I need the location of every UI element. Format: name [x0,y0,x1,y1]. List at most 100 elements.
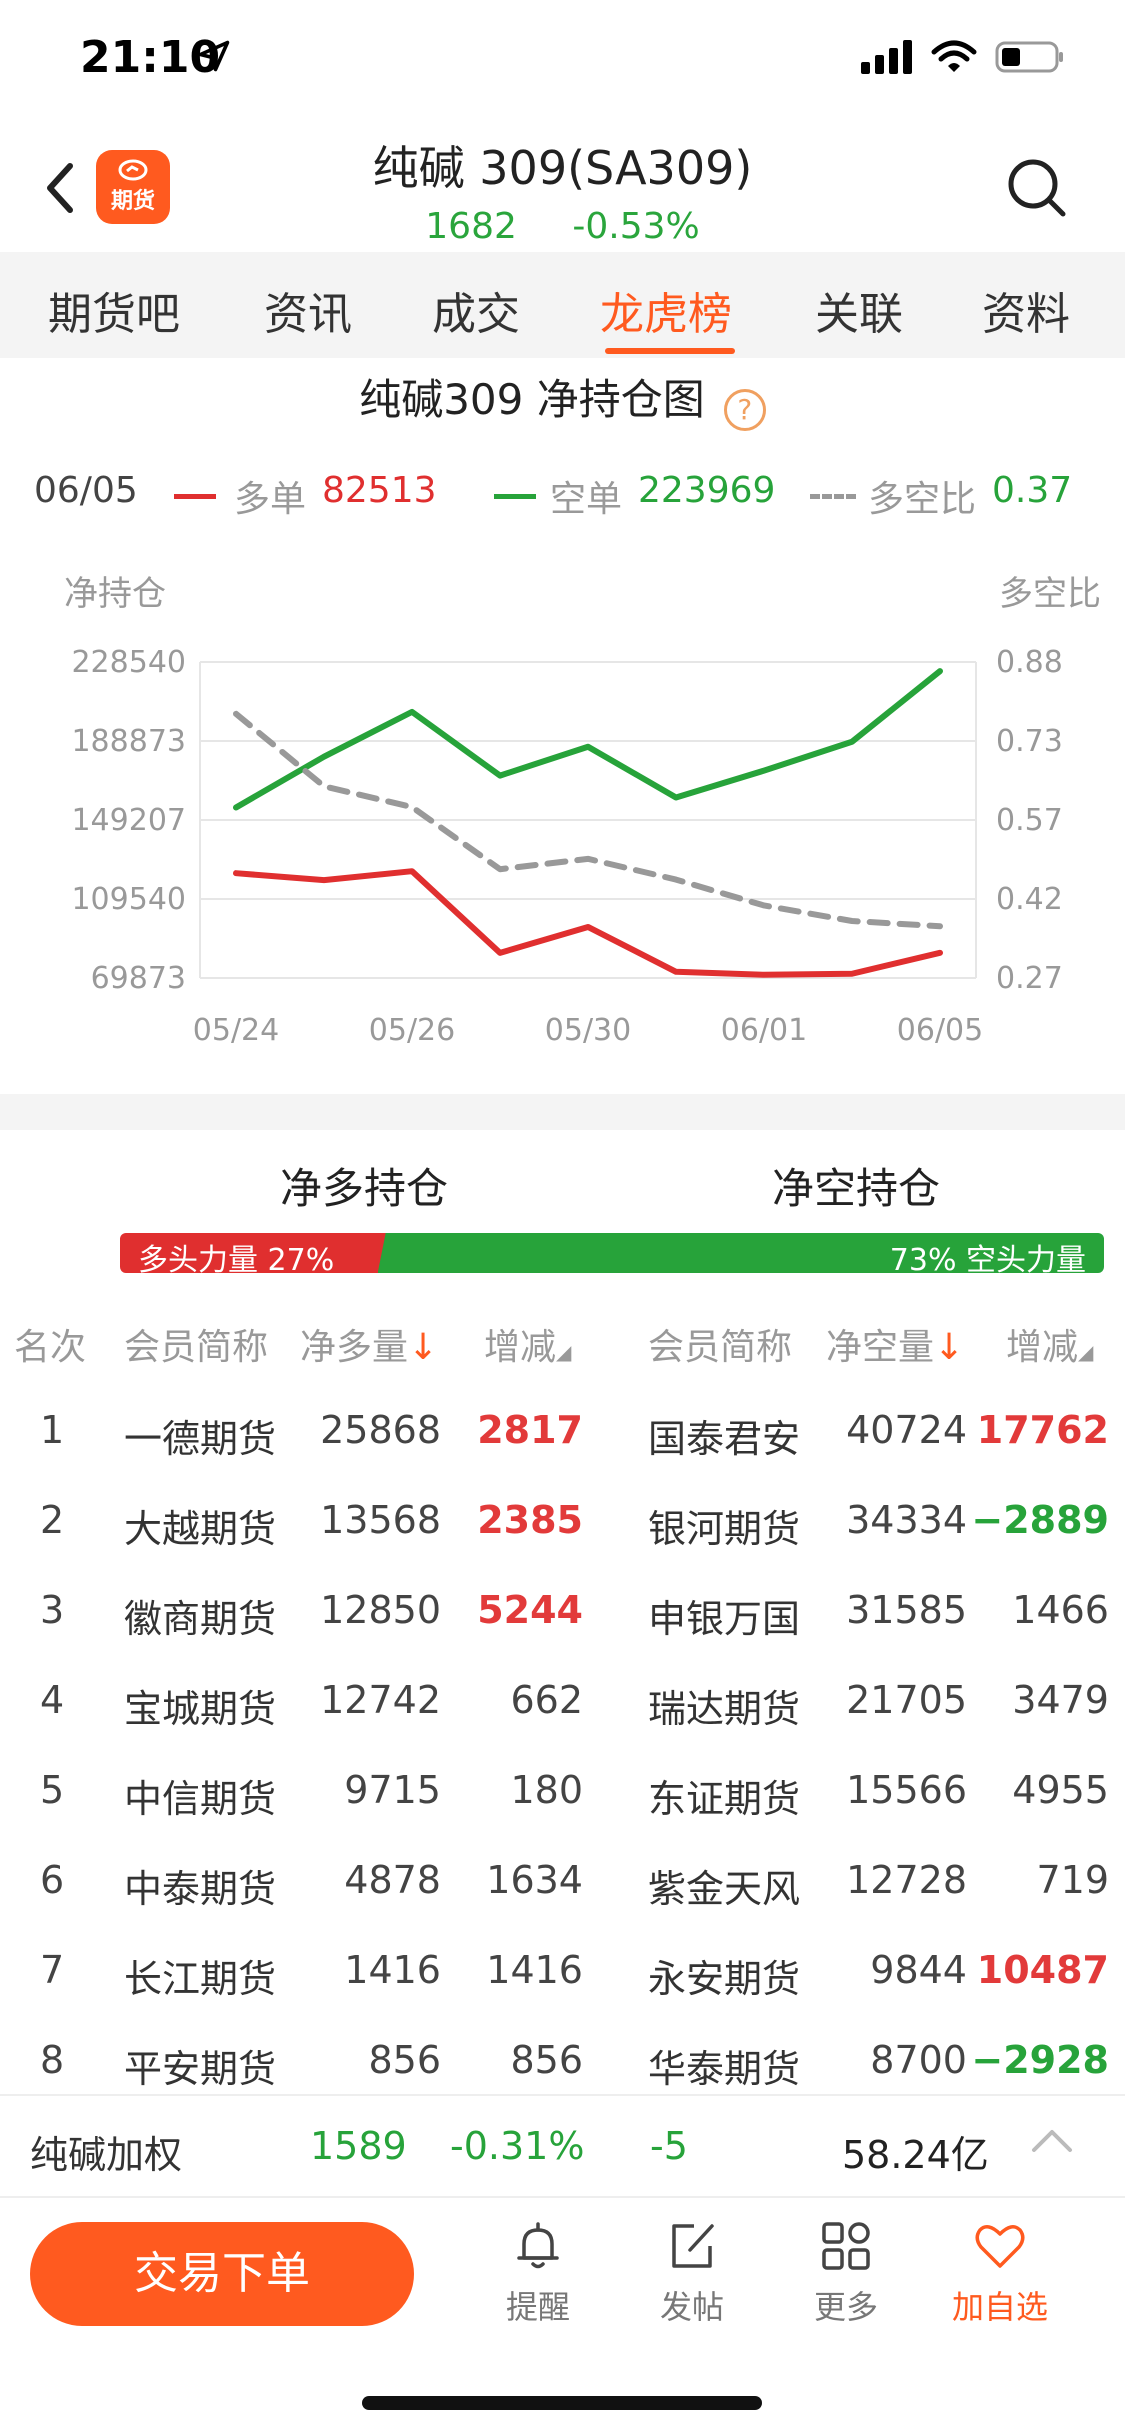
net-long-cell: 856 [368,2038,441,2082]
legend-long-swatch [174,494,216,499]
long-member-cell: 中信期货 [124,1777,277,1821]
y-tick-label-right: 0.57 [996,803,1063,838]
col-net-long[interactable]: 净多量↓ [300,1318,438,1370]
left-axis-name: 净持仓 [64,574,166,614]
net-short-cell: 31585 [846,1588,967,1632]
bottom-action-bar: 交易下单 提醒 发帖 更多 加自选 [0,2200,1125,2360]
long-member-cell: 大越期货 [124,1507,277,1551]
chart-legend: 06/05 多单 82513 空单 223969 多空比 0.37 [34,470,1114,520]
long-series-line [233,868,943,978]
net-long-cell: 9715 [344,1768,441,1812]
col-long-change[interactable]: 增减◢ [484,1318,571,1370]
chevron-up-icon[interactable] [1030,2126,1074,2156]
last-price: 1682 [425,206,517,247]
col-short-change-label: 增减 [1006,1327,1079,1368]
y-tick-label-left: 188873 [71,724,186,759]
net-short-cell: 15566 [846,1768,967,1812]
x-tick-label: 05/24 [193,1013,279,1048]
weighted-ticker[interactable]: 纯碱加权 1589 -0.31% -5 58.24亿 [0,2094,1125,2198]
search-icon[interactable] [1005,156,1069,220]
nav-post[interactable]: 发帖 [632,2218,752,2328]
table-row[interactable]: 1 一德期货 25868 2817 国泰君安 40724 17762 [0,1390,1125,1480]
col-net-long-label: 净多量 [300,1327,409,1368]
legend-ratio-swatch [810,494,856,499]
x-tick-label: 06/05 [897,1013,983,1048]
table-row[interactable]: 6 中泰期货 4878 1634 紫金天风 12728 719 [0,1840,1125,1930]
long-strength-fill: 多头力量 27% [120,1233,386,1273]
tab-trades[interactable]: 成交 [432,278,520,342]
short-change-cell: 3479 [1012,1678,1109,1722]
header: 期货 纯碱 309(SA309) 1682 -0.53% [0,120,1125,250]
tab-related[interactable]: 关联 [815,278,903,342]
table-row[interactable]: 4 宝城期货 12742 662 瑞达期货 21705 3479 [0,1660,1125,1750]
tab-news[interactable]: 资讯 [264,278,352,342]
short-change-cell: 719 [1036,1858,1109,1902]
rank-cell: 3 [40,1588,65,1632]
short-member-cell: 紫金天风 [648,1867,801,1911]
table-row[interactable]: 3 徽商期货 12850 5244 申银万国 31585 1466 [0,1570,1125,1660]
y-tick-label-right: 0.88 [996,645,1063,680]
col-long-member: 会员简称 [124,1327,269,1368]
tab-bar: 期货吧 资讯 成交 龙虎榜 关联 资料 [0,252,1125,358]
help-icon[interactable]: ? [723,388,766,431]
y-tick-label-right: 0.42 [996,882,1063,917]
net-position-chart[interactable]: 228540 0.88 188873 0.73 149207 0.57 109540 0.42… [0,620,1125,1060]
net-long-cell: 4878 [344,1858,441,1902]
table-row[interactable]: 5 中信期货 9715 180 东证期货 15566 4955 [0,1750,1125,1840]
y-tick-label-left: 149207 [71,803,186,838]
grid-icon [822,2222,870,2270]
col-net-short[interactable]: 净空量↓ [826,1318,964,1370]
short-series-line [233,668,943,811]
short-member-cell: 申银万国 [648,1597,801,1641]
nav-alert[interactable]: 提醒 [478,2218,598,2328]
chart-title: 纯碱309 净持仓图 [359,375,705,424]
legend-long-label: 多单 [234,479,307,520]
nav-alert-label: 提醒 [505,2288,570,2326]
long-short-ratio-bar: 多头力量 27% 73% 空头力量 [120,1233,1104,1273]
chart-header: 纯碱309 净持仓图 ? [0,366,1125,431]
rank-cell: 8 [40,2038,65,2082]
edit-icon [672,2224,714,2268]
sort-triangle-icon: ◢ [556,1340,572,1364]
rank-cell: 2 [40,1498,65,1542]
short-change-cell: 1466 [1012,1588,1109,1632]
tab-forum[interactable]: 期货吧 [48,278,180,342]
net-long-cell: 12850 [320,1588,441,1632]
tab-leaderboard[interactable]: 龙虎榜 [600,278,732,342]
active-tab-indicator [605,348,735,354]
col-short-change[interactable]: 增减◢ [1006,1318,1093,1370]
status-bar: 21:10 [0,0,1125,120]
legend-short-value: 223969 [638,470,776,511]
long-change-cell: 1416 [486,1948,583,1992]
rank-cell: 1 [40,1408,65,1452]
long-strength-text: 多头力量 27% [138,1243,335,1273]
ticker-name: 纯碱加权 [30,2133,183,2177]
short-change-cell: 10487 [976,1948,1109,1992]
nav-add-watchlist[interactable]: 加自选 [940,2218,1060,2328]
status-icons [861,40,1065,74]
col-long-change-label: 增减 [484,1327,557,1368]
tab-info[interactable]: 资料 [982,278,1070,342]
home-indicator [362,2396,762,2410]
x-tick-label: 06/01 [721,1013,807,1048]
nav-more-label: 更多 [813,2288,878,2326]
table-row[interactable]: 7 长江期货 1416 1416 永安期货 9844 10487 [0,1930,1125,2020]
short-member-cell: 国泰君安 [648,1417,801,1461]
x-tick-label: 05/30 [545,1013,631,1048]
long-change-cell: 180 [510,1768,583,1812]
net-short-cell: 8700 [870,2038,967,2082]
table-header: 名次 会员简称 净多量↓ 增减◢ 会员简称 净空量↓ 增减◢ [0,1318,1125,1368]
long-change-cell: 2385 [477,1498,583,1542]
net-short-cell: 40724 [846,1408,967,1452]
short-member-cell: 华泰期货 [648,2047,801,2091]
net-long-title: 净多持仓 [280,1164,449,1213]
trade-order-button[interactable]: 交易下单 [30,2222,414,2326]
net-long-cell: 12742 [320,1678,441,1722]
sort-triangle-icon: ◢ [1078,1340,1094,1364]
table-row[interactable]: 2 大越期货 13568 2385 银河期货 34334 −2889 [0,1480,1125,1570]
nav-more[interactable]: 更多 [786,2218,906,2328]
legend-short-swatch [494,494,536,499]
short-member-cell: 东证期货 [648,1777,801,1821]
nav-add-watchlist-label: 加自选 [951,2288,1048,2326]
long-change-cell: 1634 [486,1858,583,1902]
